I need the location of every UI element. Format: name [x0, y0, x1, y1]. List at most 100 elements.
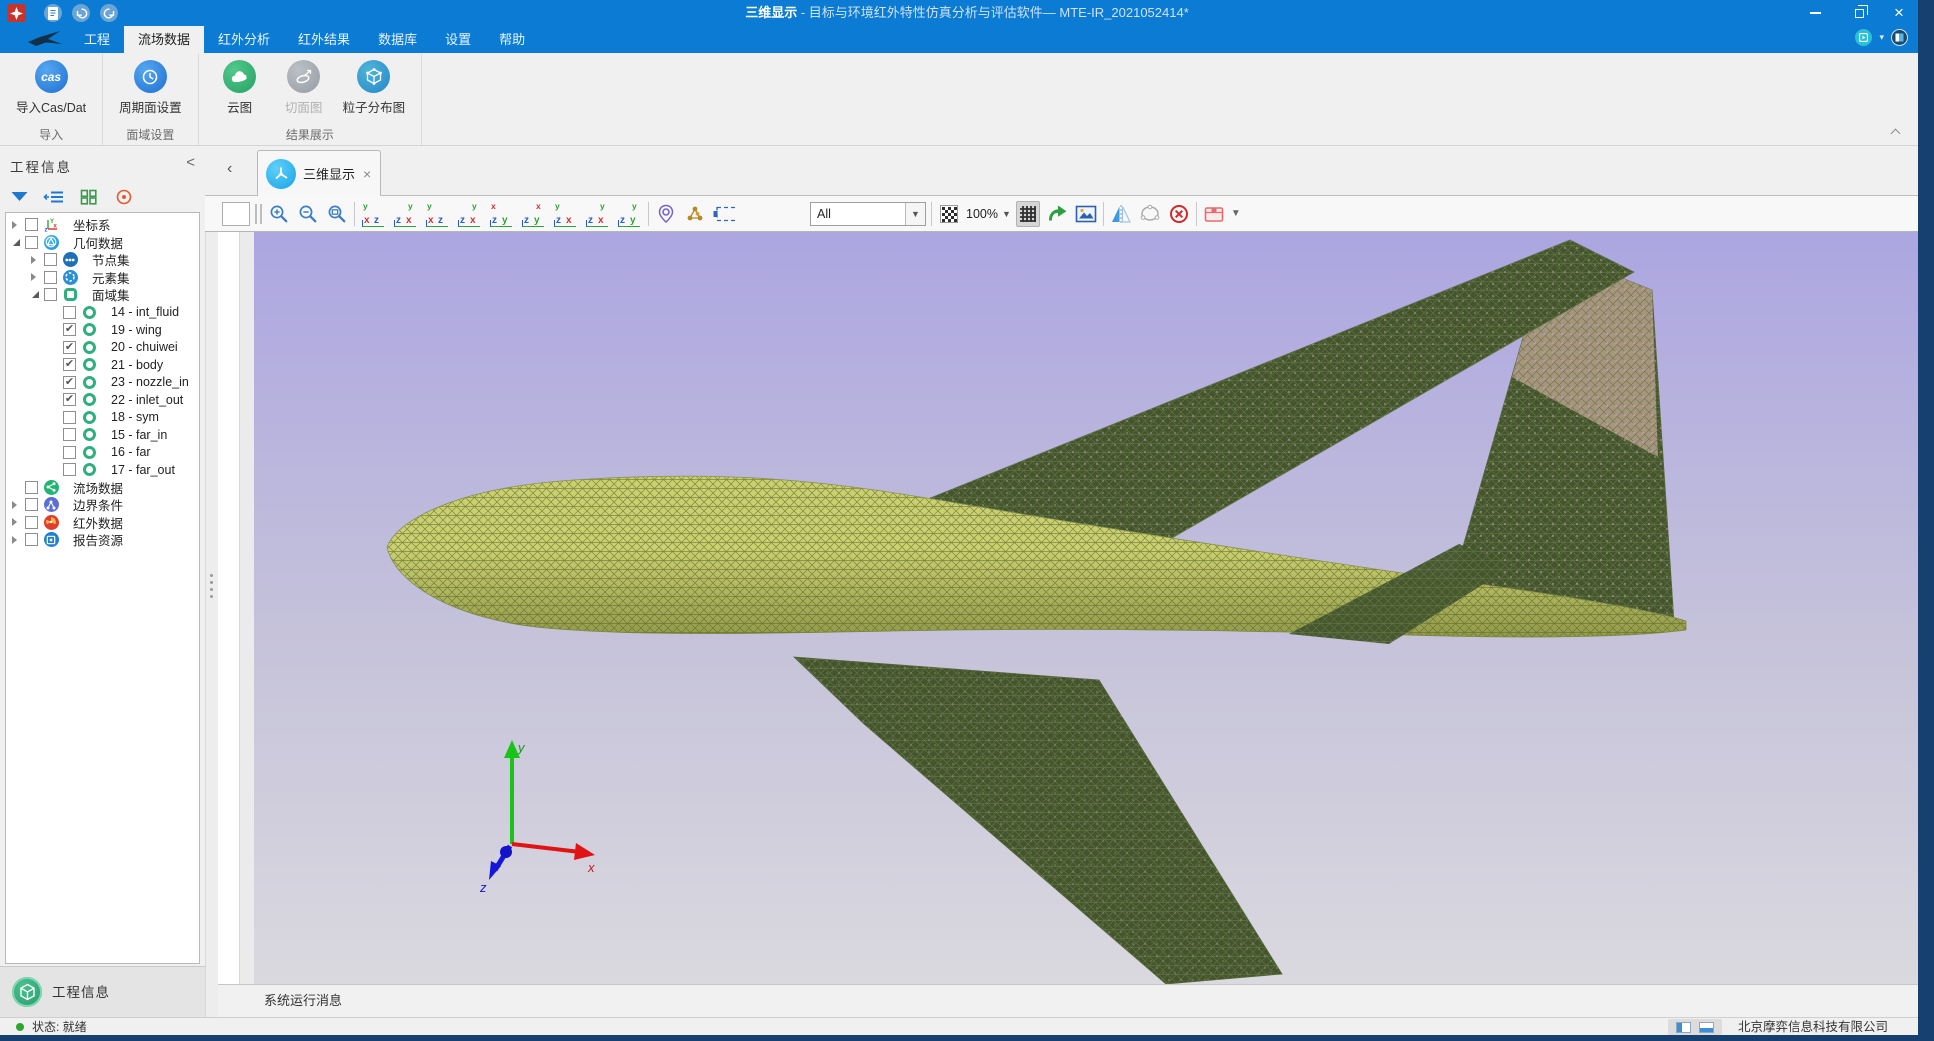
tab-scroll-left-icon[interactable]: ‹	[227, 160, 232, 178]
tree-item[interactable]: ✔22 - inlet_out	[6, 391, 199, 409]
layout-bottom-icon[interactable]	[1699, 1022, 1714, 1033]
filter-icon[interactable]	[8, 186, 30, 208]
view-iso-top-icon[interactable]: yzy	[616, 201, 643, 227]
outline-list-icon[interactable]	[43, 186, 65, 208]
toolbar-grip[interactable]	[255, 204, 262, 224]
project-panel-footer[interactable]: 工程信息	[0, 966, 205, 1017]
menu-item-6[interactable]: 设置	[431, 26, 485, 53]
tree-checkbox[interactable]	[44, 271, 57, 284]
tree-checkbox[interactable]	[25, 218, 38, 231]
menu-item-3[interactable]: 红外分析	[204, 26, 284, 53]
system-message-panel[interactable]: 系统运行消息	[218, 984, 1918, 1017]
tab-3d-view[interactable]: 三维显示 ×	[257, 150, 381, 196]
tree-item[interactable]: 14 - int_fluid	[6, 304, 199, 322]
save-view-caret[interactable]: ▼	[1231, 208, 1241, 219]
tree-item[interactable]: 17 - far_out	[6, 461, 199, 479]
tree-checkbox[interactable]	[25, 236, 38, 249]
mesh-toggle-icon[interactable]	[1016, 201, 1040, 227]
tree-checkbox[interactable]	[63, 446, 76, 459]
tree-expander-icon[interactable]	[29, 272, 41, 282]
menu-item-7[interactable]: 帮助	[485, 26, 539, 53]
view-top-icon[interactable]: xzy	[488, 201, 515, 227]
save-view-icon[interactable]	[1202, 201, 1226, 227]
tree-checkbox[interactable]: ✔	[63, 376, 76, 389]
tree-item[interactable]: 面域集	[6, 286, 199, 304]
tree-checkbox[interactable]	[25, 516, 38, 529]
tree-item[interactable]: Yzx坐标系	[6, 216, 199, 234]
view-bottom-icon[interactable]: xzy	[520, 201, 547, 227]
tree-expander-icon[interactable]	[10, 500, 22, 510]
tree-item[interactable]: 18 - sym	[6, 409, 199, 427]
tree-item[interactable]: 几何数据	[6, 234, 199, 252]
dropdown-caret-icon[interactable]: ▾	[1879, 32, 1884, 43]
ribbon-button-周期面设置[interactable]: 周期面设置	[113, 58, 188, 127]
view-front-icon[interactable]: yxz	[360, 201, 387, 227]
tree-checkbox[interactable]	[63, 306, 76, 319]
help-book-icon[interactable]	[1891, 29, 1908, 46]
snapshot-icon[interactable]	[1074, 201, 1098, 227]
tree-checkbox[interactable]	[25, 498, 38, 511]
tree-item[interactable]: 16 - far	[6, 444, 199, 462]
layout-left-icon[interactable]	[1676, 1022, 1691, 1033]
viewport-left-splitter[interactable]	[240, 232, 254, 984]
view-left-icon[interactable]: yxz	[424, 201, 451, 227]
menu-item-1[interactable]: 工程	[70, 26, 124, 53]
zoom-in-icon[interactable]	[267, 201, 291, 227]
close-button[interactable]: ×	[1882, 0, 1916, 26]
tree-checkbox[interactable]	[63, 411, 76, 424]
tree-item[interactable]: 节点集	[6, 251, 199, 269]
tree-item[interactable]: 流场数据	[6, 479, 199, 497]
tree-item[interactable]: 红外数据	[6, 514, 199, 532]
panel-collapse-icon[interactable]: <	[186, 154, 195, 171]
tree-checkbox[interactable]	[25, 481, 38, 494]
ribbon-button-粒子分布图[interactable]: 粒子分布图	[337, 58, 412, 127]
collapse-ribbon-icon[interactable]	[1891, 127, 1900, 136]
tree-expander-icon[interactable]	[10, 220, 22, 230]
box-select-icon[interactable]	[712, 201, 736, 227]
view-iso-front-icon[interactable]: yzx	[552, 201, 579, 227]
menu-item-2[interactable]: 流场数据	[124, 26, 204, 53]
menu-item-5[interactable]: 数据库	[364, 26, 431, 53]
probe-pin-icon[interactable]	[654, 201, 678, 227]
tree-item[interactable]: 元素集	[6, 269, 199, 287]
scene-canvas[interactable]: y x z	[254, 232, 1918, 984]
tree-checkbox[interactable]	[63, 463, 76, 476]
view-right-icon[interactable]: yzx	[456, 201, 483, 227]
mirror-icon[interactable]	[1109, 201, 1133, 227]
tree-expander-icon[interactable]	[10, 517, 22, 527]
ribbon-button-云图[interactable]: 云图	[209, 58, 271, 127]
locate-target-icon[interactable]	[113, 186, 135, 208]
tab-close-icon[interactable]: ×	[363, 166, 371, 182]
tree-expander-icon[interactable]	[29, 255, 41, 265]
transparency-icon[interactable]	[937, 201, 961, 227]
grid-view-icon[interactable]	[78, 186, 100, 208]
tree-item[interactable]: ✔20 - chuiwei	[6, 339, 199, 357]
view-iso-back-icon[interactable]: yzx	[584, 201, 611, 227]
restore-button[interactable]	[1842, 0, 1876, 26]
tree-checkbox[interactable]: ✔	[63, 341, 76, 354]
window-layout-icon[interactable]	[1855, 29, 1872, 46]
tree-item[interactable]: 15 - far_in	[6, 426, 199, 444]
tree-checkbox[interactable]	[44, 253, 57, 266]
viewport-3d[interactable]: y x z	[205, 232, 1918, 984]
zoom-level-dropdown[interactable]: 100%▼	[966, 207, 1011, 221]
export-arrow-icon[interactable]	[1045, 201, 1069, 227]
lasso-icon[interactable]	[1138, 201, 1162, 227]
tree-checkbox[interactable]: ✔	[63, 323, 76, 336]
tree-item[interactable]: 报告资源	[6, 531, 199, 549]
cancel-icon[interactable]	[1167, 201, 1191, 227]
zoom-fit-icon[interactable]	[325, 201, 349, 227]
view-back-icon[interactable]: yzx	[392, 201, 419, 227]
tree-item[interactable]: ✔21 - body	[6, 356, 199, 374]
tree-expander-icon[interactable]	[10, 535, 22, 545]
combo-dropdown-icon[interactable]: ▼	[905, 203, 925, 225]
particle-trace-icon[interactable]	[683, 201, 707, 227]
tree-item[interactable]: ✔19 - wing	[6, 321, 199, 339]
menu-item-4[interactable]: 红外结果	[284, 26, 364, 53]
tree-item[interactable]: ✔23 - nozzle_in	[6, 374, 199, 392]
tree-checkbox[interactable]: ✔	[63, 393, 76, 406]
tree-checkbox[interactable]	[63, 428, 76, 441]
tree-checkbox[interactable]: ✔	[63, 358, 76, 371]
ribbon-button-导入Cas/Dat[interactable]: cas导入Cas/Dat	[10, 58, 92, 127]
zoom-out-icon[interactable]	[296, 201, 320, 227]
